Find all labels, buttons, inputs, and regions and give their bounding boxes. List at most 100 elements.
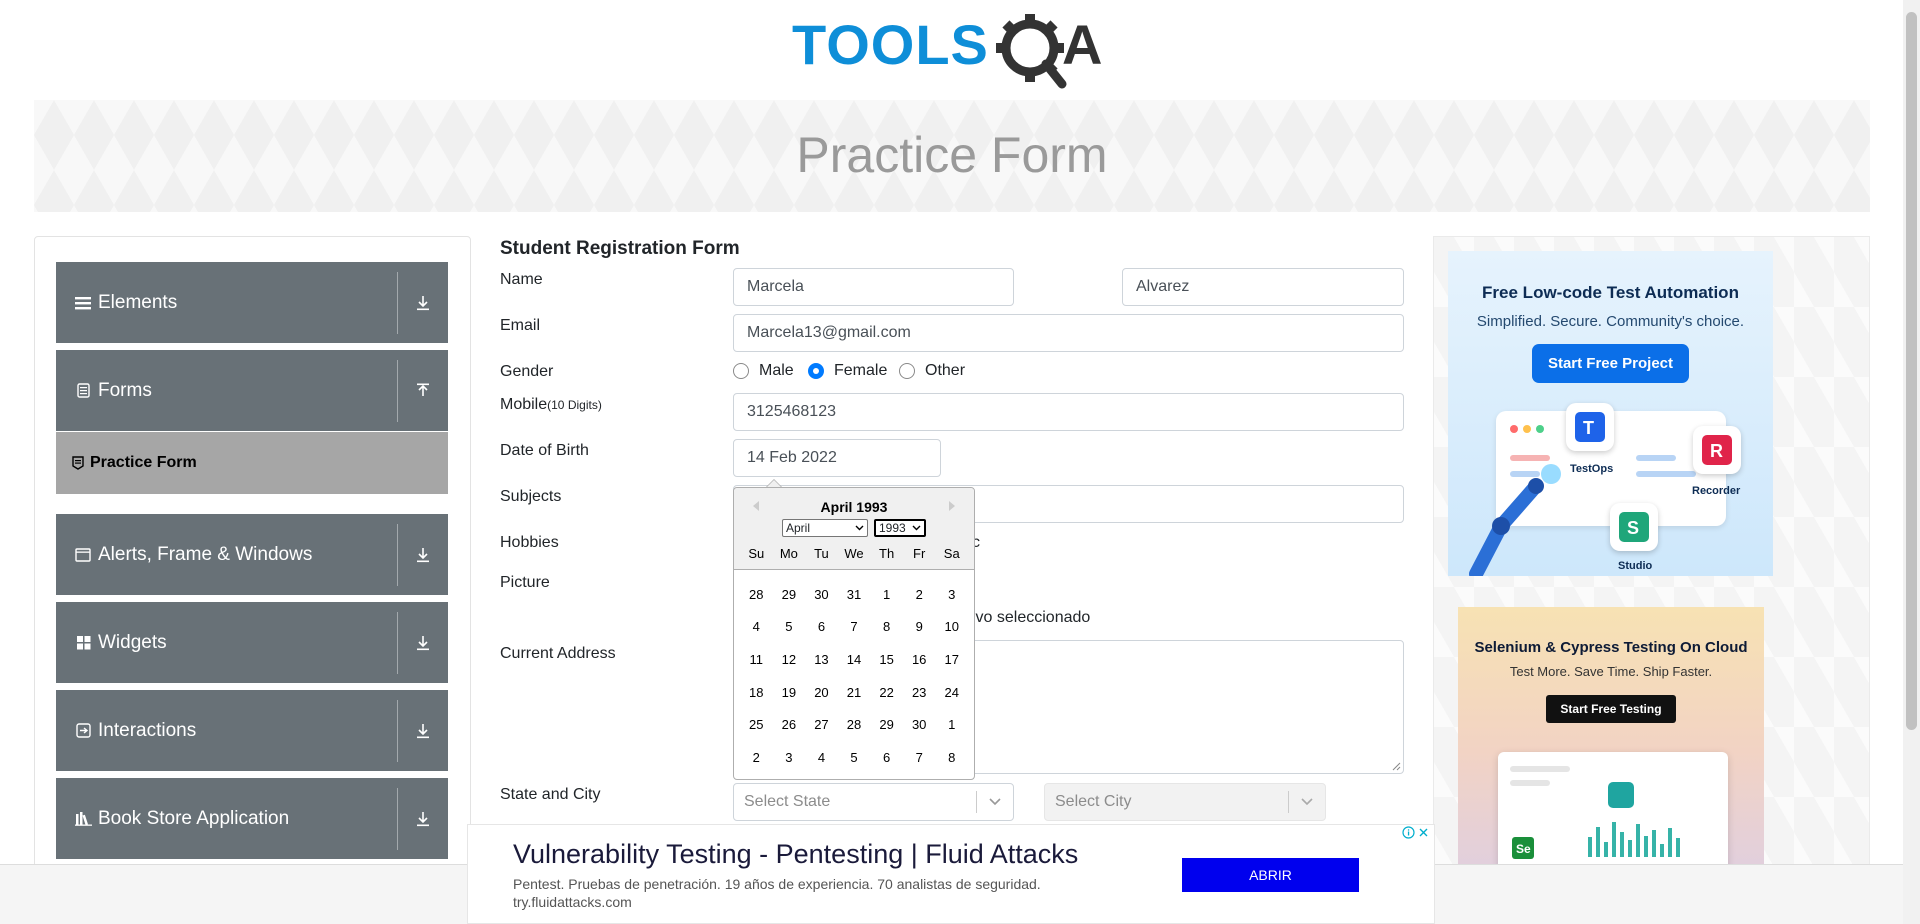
- scrollbar-thumb[interactable]: [1906, 12, 1917, 730]
- month-select[interactable]: April: [782, 519, 868, 537]
- datepicker-day[interactable]: 20: [805, 685, 838, 700]
- datepicker-day[interactable]: 7: [903, 750, 936, 765]
- datepicker-day[interactable]: 11: [740, 652, 773, 667]
- datepicker-day[interactable]: 28: [740, 587, 773, 602]
- sidebar: Elements Forms Practice Form Alerts, Fra…: [34, 236, 471, 924]
- gender-radio-male[interactable]: Male: [733, 362, 794, 380]
- dob-input[interactable]: 14 Feb 2022: [733, 439, 941, 477]
- ad-subtitle: Simplified. Secure. Community's choice.: [1476, 313, 1745, 330]
- testops-icon: T: [1566, 403, 1614, 451]
- datepicker-day[interactable]: 27: [805, 717, 838, 732]
- email-input[interactable]: Marcela13@gmail.com: [733, 314, 1404, 352]
- last-name-input[interactable]: Alvarez: [1122, 268, 1404, 306]
- page-scrollbar[interactable]: [1903, 0, 1920, 924]
- ad-info-icon[interactable]: [1402, 826, 1415, 839]
- datepicker-day[interactable]: 18: [740, 685, 773, 700]
- datepicker-day[interactable]: 4: [740, 619, 773, 634]
- sidebar-item-practice-form[interactable]: Practice Form: [56, 432, 448, 494]
- city-select[interactable]: Select City: [1044, 783, 1326, 821]
- subjects-label: Subjects: [500, 488, 562, 505]
- gender-radio-female[interactable]: Female: [808, 362, 887, 380]
- datepicker-day[interactable]: 3: [773, 750, 806, 765]
- svg-text:Se: Se: [1516, 842, 1531, 856]
- datepicker-day[interactable]: 21: [838, 685, 871, 700]
- datepicker-day[interactable]: 22: [870, 685, 903, 700]
- sidebar-group-interactions[interactable]: Interactions: [56, 690, 448, 771]
- datepicker-day[interactable]: 2: [903, 587, 936, 602]
- sidebar-group-forms[interactable]: Forms: [56, 350, 448, 431]
- sidebar-group-widgets[interactable]: Widgets: [56, 602, 448, 683]
- address-label: Current Address: [500, 645, 616, 662]
- datepicker-day[interactable]: 2: [740, 750, 773, 765]
- ad-katalon[interactable]: Free Low-code Test Automation Simplified…: [1448, 251, 1773, 576]
- datepicker-day[interactable]: 19: [773, 685, 806, 700]
- datepicker-day[interactable]: 6: [805, 619, 838, 634]
- datepicker-day[interactable]: 4: [805, 750, 838, 765]
- datepicker-day[interactable]: 8: [935, 750, 968, 765]
- start-free-project-button[interactable]: Start Free Project: [1531, 344, 1690, 383]
- datepicker-day[interactable]: 1: [935, 717, 968, 732]
- toolsqa-logo[interactable]: TOOLS A: [790, 12, 1115, 90]
- datepicker-day[interactable]: 30: [903, 717, 936, 732]
- download-arrow-icon: [398, 635, 448, 651]
- dob-label: Date of Birth: [500, 442, 589, 459]
- datepicker-day[interactable]: 16: [903, 652, 936, 667]
- datepicker-day[interactable]: 24: [935, 685, 968, 700]
- datepicker-day[interactable]: 7: [838, 619, 871, 634]
- datepicker-day[interactable]: 25: [740, 717, 773, 732]
- logo-graphic: TOOLS A: [792, 13, 1102, 89]
- datepicker-day[interactable]: 13: [805, 652, 838, 667]
- datepicker-day[interactable]: 1: [870, 587, 903, 602]
- chevron-down-icon: [1289, 798, 1325, 806]
- sidebar-item-label: Practice Form: [90, 454, 197, 471]
- datepicker-day[interactable]: 6: [870, 750, 903, 765]
- bottom-ad-fluid-attacks[interactable]: Vulnerability Testing - Pentesting | Flu…: [467, 824, 1435, 924]
- first-name-input[interactable]: Marcela: [733, 268, 1014, 306]
- sidebar-group-alerts[interactable]: Alerts, Frame & Windows: [56, 514, 448, 595]
- sidebar-group-label: Widgets: [98, 631, 167, 653]
- datepicker-day[interactable]: 5: [838, 750, 871, 765]
- datepicker-day[interactable]: 17: [935, 652, 968, 667]
- datepicker-day[interactable]: 10: [935, 619, 968, 634]
- ad-url[interactable]: try.fluidattacks.com: [513, 894, 632, 910]
- gender-radio-other[interactable]: Other: [899, 362, 965, 380]
- datepicker-day[interactable]: 29: [773, 587, 806, 602]
- hobbies-label: Hobbies: [500, 534, 559, 551]
- state-select[interactable]: Select State: [733, 783, 1014, 821]
- download-arrow-icon: [398, 295, 448, 311]
- sidebar-group-elements[interactable]: Elements: [56, 262, 448, 343]
- start-free-testing-button[interactable]: Start Free Testing: [1546, 695, 1676, 723]
- ad-close-icon[interactable]: [1417, 826, 1430, 839]
- mobile-input[interactable]: 3125468123: [733, 393, 1404, 431]
- sidebar-group-book-store[interactable]: Book Store Application: [56, 778, 448, 859]
- datepicker-day[interactable]: 15: [870, 652, 903, 667]
- datepicker-day[interactable]: 14: [838, 652, 871, 667]
- radio-circle-checked[interactable]: [808, 363, 824, 379]
- datepicker-day[interactable]: 8: [870, 619, 903, 634]
- datepicker-day[interactable]: 9: [903, 619, 936, 634]
- datepicker-day[interactable]: 30: [805, 587, 838, 602]
- download-arrow-icon: [398, 811, 448, 827]
- next-month-icon[interactable]: [948, 500, 956, 515]
- resize-handle-icon[interactable]: [1392, 762, 1401, 771]
- studio-icon: S: [1610, 503, 1658, 551]
- datepicker-day[interactable]: 31: [838, 587, 871, 602]
- datepicker-day[interactable]: 12: [773, 652, 806, 667]
- ad-headline[interactable]: Vulnerability Testing - Pentesting | Flu…: [513, 839, 1078, 870]
- page-banner: Practice Form: [34, 100, 1870, 212]
- radio-circle[interactable]: [733, 363, 749, 379]
- window-icon: [74, 546, 92, 564]
- datepicker-day[interactable]: 26: [773, 717, 806, 732]
- datepicker-day[interactable]: 5: [773, 619, 806, 634]
- sidebar-group-label: Book Store Application: [98, 807, 290, 829]
- datepicker-day[interactable]: 29: [870, 717, 903, 732]
- sidebar-group-label: Elements: [98, 291, 178, 313]
- datepicker-day[interactable]: 3: [935, 587, 968, 602]
- year-select[interactable]: 1993: [874, 519, 926, 537]
- ad-dashboard-illustration: Se: [1498, 752, 1728, 872]
- open-ad-button[interactable]: ABRIR: [1182, 858, 1359, 892]
- datepicker-day[interactable]: 23: [903, 685, 936, 700]
- mobile-label: Mobile(10 Digits): [500, 396, 602, 413]
- radio-circle[interactable]: [899, 363, 915, 379]
- datepicker-day[interactable]: 28: [838, 717, 871, 732]
